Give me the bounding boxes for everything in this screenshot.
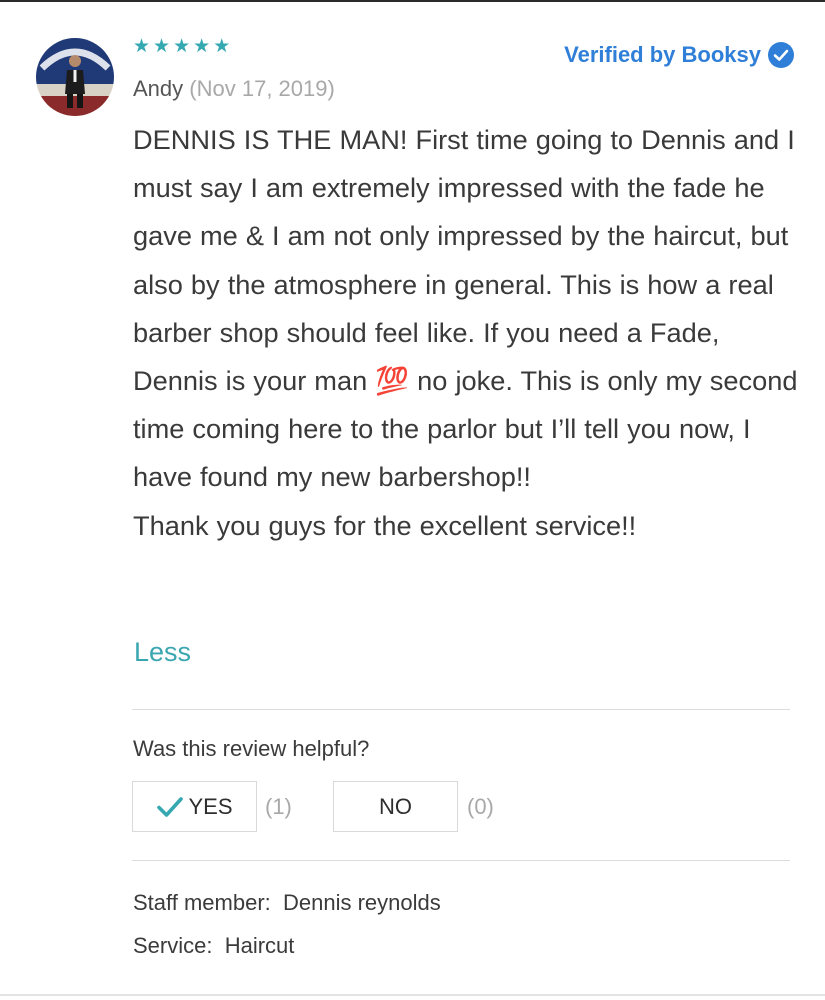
review-body: DENNIS IS THE MAN! First time going to D… [133, 124, 798, 541]
yes-count: (1) [265, 794, 292, 819]
verified-label: Verified by Booksy [564, 42, 761, 67]
no-label: NO [379, 793, 412, 819]
service-label: Service: [133, 933, 213, 958]
rating-stars: ★ ★ ★ ★ ★ [133, 34, 230, 58]
yes-label: YES [188, 793, 233, 819]
reviewer-avatar [36, 38, 114, 116]
yes-button[interactable]: YES [132, 781, 257, 832]
staff-member-value: Dennis reynolds [283, 890, 441, 915]
star-icon: ★ [173, 35, 191, 57]
no-count: (0) [467, 794, 494, 819]
checkmark-icon [156, 795, 184, 819]
less-link[interactable]: Less [134, 633, 191, 671]
reviewer-line: Andy (Nov 17, 2019) [133, 74, 335, 104]
service-value: Haircut [224, 933, 295, 958]
verified-badge-row: Verified by Booksy [564, 38, 795, 72]
helpful-question: Was this review helpful? [133, 736, 370, 761]
star-icon: ★ [213, 35, 231, 57]
staff-member-row: Staff member: Dennis reynolds [133, 887, 441, 919]
star-icon: ★ [133, 35, 151, 57]
review-date: (Nov 17, 2019) [189, 76, 335, 101]
no-button[interactable]: NO [333, 781, 458, 832]
top-border [0, 0, 825, 2]
reviewer-name: Andy [133, 76, 184, 101]
star-icon: ★ [193, 35, 211, 57]
bottom-border [0, 994, 825, 996]
service-row: Service: Haircut [133, 930, 294, 962]
star-icon: ★ [153, 35, 171, 57]
staff-member-label: Staff member: [133, 890, 271, 915]
divider [132, 709, 790, 710]
verified-check-badge-icon [767, 41, 795, 69]
divider [132, 860, 790, 861]
